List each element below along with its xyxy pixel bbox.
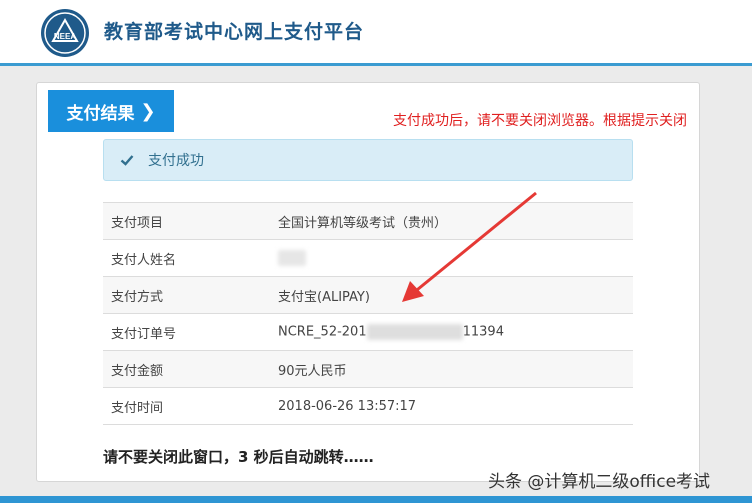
redacted-order-segment (366, 324, 463, 340)
row-value (278, 239, 633, 277)
row-value: 全国计算机等级考试（贵州） (278, 202, 633, 240)
row-value: 支付宝(ALIPAY) (278, 276, 633, 314)
table-row: 支付金额 90元人民币 (103, 350, 633, 388)
row-label: 支付人姓名 (103, 239, 278, 277)
row-value: 90元人民币 (278, 350, 633, 388)
site-header: NEEA 教育部考试中心网上支付平台 (0, 0, 752, 66)
payment-result-button[interactable]: 支付结果 ❯ (48, 90, 174, 132)
table-row: 支付项目 全国计算机等级考试（贵州） (103, 202, 633, 240)
order-number-start: NCRE_52-201 (278, 324, 367, 340)
row-label: 支付订单号 (103, 313, 278, 351)
check-icon (120, 155, 134, 166)
countdown-message: 请不要关闭此窗口，3 秒后自动跳转…… (103, 448, 374, 466)
row-value: NCRE_52-201 11394 (278, 313, 633, 351)
payment-result-label: 支付结果 (66, 103, 135, 124)
logo-text: NEEA (54, 32, 76, 41)
success-text: 支付成功 (148, 153, 204, 169)
payment-info-table: 支付项目 全国计算机等级考试（贵州） 支付人姓名 支付方式 支付宝(ALIPAY… (103, 202, 633, 425)
order-number-end: 11394 (462, 324, 504, 340)
neea-logo-icon[interactable]: NEEA (40, 8, 90, 58)
row-label: 支付方式 (103, 276, 278, 314)
table-row: 支付方式 支付宝(ALIPAY) (103, 276, 633, 314)
success-alert: 支付成功 (103, 139, 633, 181)
table-row: 支付订单号 NCRE_52-201 11394 (103, 313, 633, 351)
site-title: 教育部考试中心网上支付平台 (104, 21, 365, 43)
row-label: 支付时间 (103, 387, 278, 425)
row-label: 支付金额 (103, 350, 278, 388)
redacted-name (278, 250, 306, 266)
annotation-note: 支付成功后，请不要关闭浏览器。根据提示关闭 (393, 113, 687, 129)
row-label: 支付项目 (103, 202, 278, 240)
table-row: 支付时间 2018-06-26 13:57:17 (103, 387, 633, 425)
chevron-right-icon: ❯ (140, 100, 156, 122)
footer-bar (0, 496, 752, 503)
table-row: 支付人姓名 (103, 239, 633, 277)
row-value: 2018-06-26 13:57:17 (278, 387, 633, 425)
watermark: 头条 @计算机二级office考试 (488, 472, 711, 492)
